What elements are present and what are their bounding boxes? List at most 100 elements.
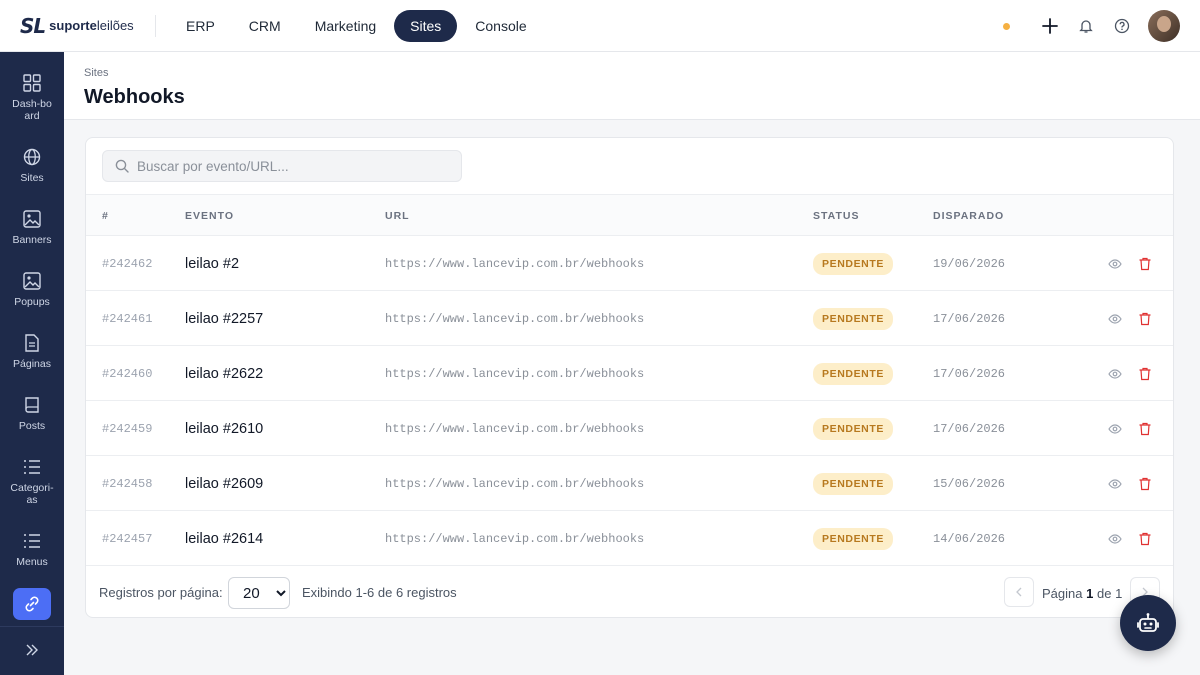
search-icon (115, 159, 129, 173)
sidebar-item-label: Páginas (13, 358, 51, 370)
view-icon[interactable] (1108, 257, 1122, 271)
nav-sites[interactable]: Sites (394, 9, 458, 42)
webhook-date: 17/06/2026 (933, 311, 1006, 326)
globe-icon (23, 148, 41, 166)
sidebar-item-webhooks[interactable] (13, 588, 51, 620)
webhook-id: #242460 (102, 366, 153, 381)
brand-mark: SL (20, 13, 46, 38)
webhook-url: https://www.lancevip.com.br/webhooks (385, 256, 645, 271)
row-actions (1108, 291, 1152, 346)
status-badge: PENDENTE (813, 417, 893, 440)
sidebar-item-banners[interactable]: Banners (0, 210, 64, 246)
sidebar-item-label: Dash-board (12, 98, 52, 122)
view-icon[interactable] (1108, 532, 1122, 546)
avatar[interactable] (1148, 10, 1180, 42)
delete-icon[interactable] (1138, 312, 1152, 326)
add-icon[interactable] (1032, 10, 1068, 42)
webhook-id: #242461 (102, 311, 153, 326)
brand-name: suporteleilões (49, 18, 134, 33)
row-actions (1108, 346, 1152, 401)
top-bar: SL suporteleilões ERP CRM Marketing Site… (0, 0, 1200, 52)
delete-icon[interactable] (1138, 422, 1152, 436)
delete-icon[interactable] (1138, 477, 1152, 491)
per-page-label: Registros por página: (99, 585, 223, 600)
webhook-date: 17/06/2026 (933, 366, 1006, 381)
status-cell: PENDENTE (813, 511, 893, 566)
expand-sidebar-icon[interactable] (24, 642, 40, 663)
breadcrumb[interactable]: Sites (84, 67, 108, 79)
top-actions (1003, 10, 1180, 42)
webhook-id: #242457 (102, 531, 153, 546)
webhook-url: https://www.lancevip.com.br/webhooks (385, 531, 645, 546)
sidebar-item-label: Sites (20, 172, 44, 184)
status-badge: PENDENTE (813, 307, 893, 330)
view-icon[interactable] (1108, 367, 1122, 381)
col-header-url: URL (385, 210, 410, 222)
webhook-id: #242458 (102, 476, 153, 491)
webhook-url: https://www.lancevip.com.br/webhooks (385, 421, 645, 436)
sidebar-item-posts[interactable]: Posts (0, 396, 64, 432)
view-icon[interactable] (1108, 312, 1122, 326)
nav-marketing[interactable]: Marketing (299, 10, 392, 42)
col-header-id: # (102, 210, 109, 222)
page-header: Sites Webhooks (64, 52, 1200, 120)
webhook-event: leilao #2614 (185, 530, 264, 547)
records-info: Exibindo 1-6 de 6 registros (302, 585, 457, 600)
sidebar-item-menus[interactable]: Menus (0, 532, 64, 568)
nav-console[interactable]: Console (459, 10, 542, 42)
status-dot (1003, 22, 1010, 30)
status-cell: PENDENTE (813, 236, 893, 291)
table-row[interactable]: #242458 leilao #2609 https://www.lancevip.… (86, 456, 1173, 511)
chevron-left-icon (1016, 587, 1022, 597)
webhook-url: https://www.lancevip.com.br/webhooks (385, 476, 645, 491)
sidebar-item-dashboard[interactable]: Dash-board (0, 74, 64, 122)
list-icon (24, 534, 40, 548)
table-row[interactable]: #242459 leilao #2610 https://www.lancevip.… (86, 401, 1173, 456)
nav-crm[interactable]: CRM (233, 10, 297, 42)
webhook-date: 17/06/2026 (933, 421, 1006, 436)
webhook-date: 15/06/2026 (933, 476, 1006, 491)
sidebar-item-popups[interactable]: Popups (0, 272, 64, 308)
table-row[interactable]: #242457 leilao #2614 https://www.lancevip.… (86, 511, 1173, 566)
nav-erp[interactable]: ERP (170, 10, 231, 42)
status-badge: PENDENTE (813, 472, 893, 495)
per-page-select[interactable]: 20 (228, 577, 290, 609)
prev-page-button[interactable] (1004, 577, 1034, 607)
help-icon[interactable] (1104, 10, 1140, 42)
sidebar-item-paginas[interactable]: Páginas (0, 334, 64, 370)
bell-icon[interactable] (1068, 10, 1104, 42)
table-row[interactable]: #242460 leilao #2622 https://www.lancevip.… (86, 346, 1173, 401)
sidebar-item-sites[interactable]: Sites (0, 148, 64, 184)
delete-icon[interactable] (1138, 532, 1152, 546)
document-icon (25, 334, 39, 352)
sidebar-item-categorias[interactable]: Categori-as (0, 458, 64, 506)
table-footer: Registros por página: 20 Exibindo 1-6 de… (86, 566, 1173, 617)
sidebar-item-label: Banners (12, 234, 52, 246)
status-cell: PENDENTE (813, 401, 893, 456)
table-row[interactable]: #242462 leilao #2 https://www.lancevip.com… (86, 236, 1173, 291)
status-cell: PENDENTE (813, 456, 893, 511)
status-badge: PENDENTE (813, 362, 893, 385)
webhook-url: https://www.lancevip.com.br/webhooks (385, 311, 645, 326)
table-row[interactable]: #242461 leilao #2257 https://www.lancevip.… (86, 291, 1173, 346)
delete-icon[interactable] (1138, 257, 1152, 271)
link-icon (25, 596, 39, 612)
search-input[interactable] (137, 158, 437, 174)
sidebar-item-label: Posts (18, 420, 46, 432)
dashboard-icon (23, 74, 41, 92)
image-icon (23, 210, 41, 228)
list-icon (24, 460, 40, 474)
robot-icon (1137, 613, 1159, 632)
brand-logo[interactable]: SL suporteleilões (0, 13, 156, 38)
view-icon[interactable] (1108, 422, 1122, 436)
delete-icon[interactable] (1138, 367, 1152, 381)
row-actions (1108, 236, 1152, 291)
status-cell: PENDENTE (813, 291, 893, 346)
webhook-event: leilao #2622 (185, 365, 264, 382)
view-icon[interactable] (1108, 477, 1122, 491)
status-badge: PENDENTE (813, 252, 893, 275)
search-box (102, 150, 462, 182)
col-header-event: EVENTO (185, 210, 234, 222)
col-header-fired: DISPARADO (933, 210, 1005, 222)
assistant-button[interactable] (1120, 595, 1176, 651)
